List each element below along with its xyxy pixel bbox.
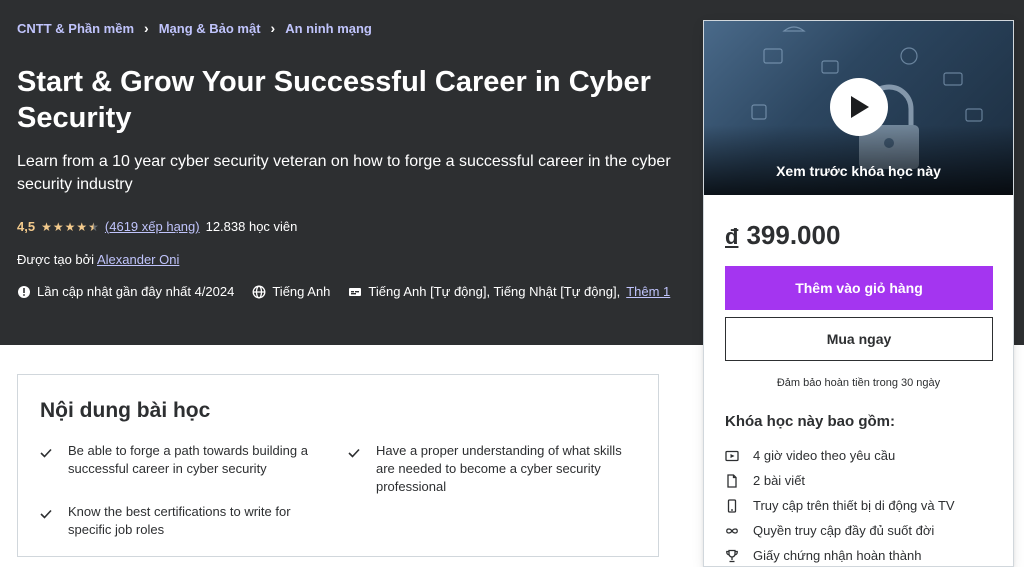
video-icon	[725, 449, 739, 463]
author-link[interactable]: Alexander Oni	[97, 252, 179, 267]
includes-item-label: 4 giờ video theo yêu cầu	[753, 448, 896, 463]
chevron-right-icon: ›	[144, 20, 149, 36]
star-icon: ★	[64, 219, 76, 234]
learn-item: Be able to forge a path towards building…	[40, 442, 325, 478]
rating-value: 4,5	[17, 219, 36, 234]
includes-title: Khóa học này bao gồm:	[725, 413, 896, 430]
includes-item-label: Giấy chứng nhận hoàn thành	[753, 548, 922, 563]
learn-item-text: Know the best certifications to write fo…	[68, 504, 291, 537]
price-value: 399.000	[746, 220, 841, 250]
includes-item: Giấy chứng nhận hoàn thành	[725, 543, 955, 567]
infinity-icon	[725, 524, 739, 538]
mobile-icon	[725, 498, 739, 513]
preview-label: Xem trước khóa học này	[776, 163, 941, 179]
breadcrumb-item-network-security[interactable]: Mạng & Bảo mật	[159, 21, 261, 36]
what-you-learn-box: Nội dung bài học Be able to forge a path…	[17, 374, 659, 557]
breadcrumb-item-software[interactable]: CNTT & Phần mềm	[17, 21, 134, 36]
includes-item-label: 2 bài viết	[753, 473, 806, 488]
buy-now-button[interactable]: Mua ngay	[725, 317, 993, 361]
includes-item: 2 bài viết	[725, 468, 955, 493]
play-button[interactable]	[830, 78, 888, 136]
rating-stars: ★ ★ ★ ★ ★	[41, 220, 99, 234]
includes-item: Truy cập trên thiết bị di động và TV	[725, 493, 955, 518]
purchase-card: Xem trước khóa học này đ 399.000 Thêm và…	[703, 20, 1014, 567]
student-count: 12.838 học viên	[205, 219, 298, 234]
includes-item-label: Truy cập trên thiết bị di động và TV	[753, 498, 955, 513]
check-icon	[40, 503, 52, 539]
learn-item: Know the best certifications to write fo…	[40, 503, 325, 539]
course-meta-row: Lần cập nhật gần đây nhất 4/2024 Tiếng A…	[17, 284, 670, 299]
includes-item-label: Quyền truy cập đầy đủ suốt đời	[753, 523, 935, 538]
half-star-icon: ★	[88, 219, 99, 234]
includes-item: 4 giờ video theo yêu cầu	[725, 443, 955, 468]
check-icon	[40, 442, 52, 478]
course-language: Tiếng Anh	[272, 284, 331, 299]
rating-row: 4,5 ★ ★ ★ ★ ★ (4619 xếp hạng) 12.838 học…	[17, 219, 297, 234]
star-icon: ★	[76, 219, 88, 234]
trophy-icon	[725, 549, 739, 563]
includes-item: Quyền truy cập đầy đủ suốt đời	[725, 518, 955, 543]
captions-more-link[interactable]: Thêm 1	[626, 284, 670, 299]
course-title: Start & Grow Your Successful Career in C…	[17, 66, 651, 134]
breadcrumb: CNTT & Phần mềm › Mạng & Bảo mật › An ni…	[17, 20, 372, 36]
add-to-cart-button[interactable]: Thêm vào giỏ hàng	[725, 266, 993, 310]
course-subtitle: Learn from a 10 year cyber security vete…	[17, 153, 671, 193]
includes-list: 4 giờ video theo yêu cầu 2 bài viết Truy…	[725, 443, 955, 567]
alert-badge-icon	[17, 285, 31, 299]
last-updated: Lần cập nhật gần đây nhất 4/2024	[37, 284, 235, 299]
article-icon	[725, 473, 739, 488]
author-row: Được tạo bởi Alexander Oni	[17, 252, 179, 267]
learn-item: Have a proper understanding of what skil…	[348, 442, 633, 496]
star-icon: ★	[52, 219, 64, 234]
learn-item-text: Have a proper understanding of what skil…	[376, 443, 622, 494]
rating-count-link[interactable]: (4619 xếp hạng)	[105, 219, 200, 234]
chevron-right-icon: ›	[270, 20, 276, 36]
course-preview[interactable]: Xem trước khóa học này	[704, 21, 1013, 195]
learn-item-text: Be able to forge a path towards building…	[68, 443, 308, 476]
currency-symbol: đ	[725, 224, 739, 249]
breadcrumb-item-cyber-security[interactable]: An ninh mạng	[285, 21, 372, 36]
course-price: đ 399.000	[725, 220, 840, 251]
star-icon: ★	[41, 219, 52, 234]
captions-icon	[348, 285, 362, 299]
money-back-guarantee: Đảm bảo hoàn tiền trong 30 ngày	[776, 377, 941, 389]
captions-list: Tiếng Anh [Tự động], Tiếng Nhật [Tự động…	[368, 284, 621, 299]
author-prefix: Được tạo bởi	[17, 252, 95, 267]
what-you-learn-title: Nội dung bài học	[40, 399, 211, 422]
check-icon	[348, 442, 360, 496]
globe-icon	[252, 285, 266, 299]
play-icon	[851, 96, 869, 118]
